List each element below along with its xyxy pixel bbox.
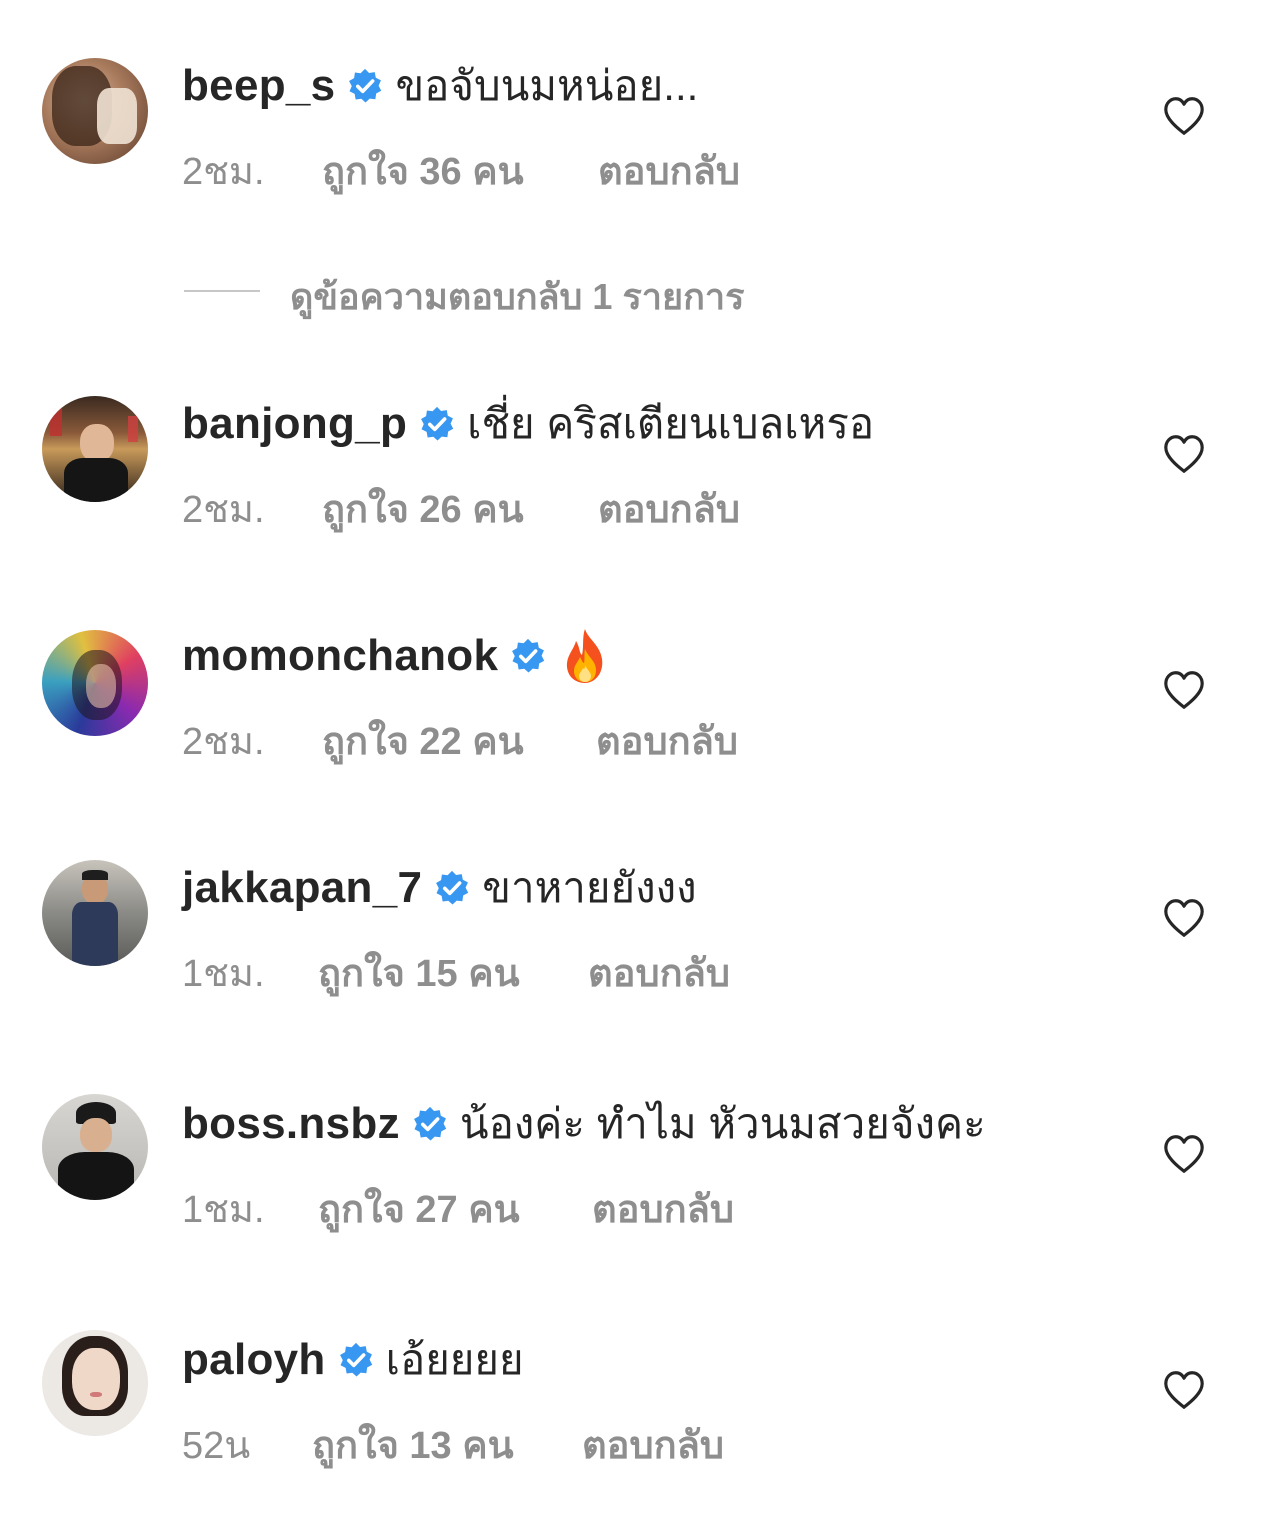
comment-item: boss.nsbz น้องค่ะ ทำไม หัวนมสวยจังคะ 1ชม… <box>0 1094 1280 1239</box>
comment-item: banjong_p เชี่ย คริสเตียนเบลเหรอ 2ชม. ถู… <box>0 396 1280 536</box>
comment-line: paloyh เอ้ยยยย <box>182 1332 524 1388</box>
timestamp: 2ชม. <box>182 151 265 193</box>
verified-badge-icon <box>413 1106 447 1141</box>
likes-count[interactable]: ถูกใจ 26 คน <box>322 478 524 539</box>
comment-item: momonchanok 2ชม. ถูกใจ 22 คน ตอบกลับ <box>0 628 1280 768</box>
heart-outline-icon[interactable] <box>1162 434 1206 474</box>
comment-line: beep_s ขอจับนมหน่อย... <box>182 58 698 114</box>
divider-line <box>184 290 260 292</box>
comment-text: น้องค่ะ ทำไม หัวนมสวยจังคะ <box>459 1100 986 1147</box>
heart-outline-icon[interactable] <box>1162 1370 1206 1410</box>
comment-line: boss.nsbz น้องค่ะ ทำไม หัวนมสวยจังคะ <box>182 1096 986 1152</box>
verified-badge-icon <box>436 870 469 905</box>
reply-button[interactable]: ตอบกลับ <box>596 710 738 771</box>
heart-outline-icon[interactable] <box>1162 1134 1206 1174</box>
timestamp: 2ชม. <box>182 489 265 531</box>
verified-badge-icon <box>339 1342 372 1377</box>
username[interactable]: boss.nsbz <box>182 1099 400 1149</box>
reply-button[interactable]: ตอบกลับ <box>582 1414 724 1475</box>
likes-count[interactable]: ถูกใจ 27 คน <box>318 1178 520 1239</box>
reply-button[interactable]: ตอบกลับ <box>598 478 740 539</box>
heart-outline-icon[interactable] <box>1162 670 1206 710</box>
verified-badge-icon <box>421 406 454 441</box>
comment-line: jakkapan_7 ขาหายยังงง <box>182 860 697 916</box>
reply-button[interactable]: ตอบกลับ <box>592 1178 734 1239</box>
username[interactable]: beep_s <box>182 61 335 111</box>
avatar[interactable] <box>42 1094 148 1200</box>
username[interactable]: jakkapan_7 <box>182 863 422 913</box>
reply-button[interactable]: ตอบกลับ <box>588 942 730 1003</box>
comment-item: jakkapan_7 ขาหายยังงง 1ชม. ถูกใจ 15 คน ต… <box>0 860 1280 1000</box>
avatar[interactable] <box>42 396 148 502</box>
avatar[interactable] <box>42 1330 148 1436</box>
timestamp: 1ชม. <box>182 1189 265 1231</box>
reply-button[interactable]: ตอบกลับ <box>598 140 740 201</box>
username[interactable]: paloyh <box>182 1335 326 1385</box>
comment-text: ขาหายยังงง <box>482 864 697 911</box>
heart-outline-icon[interactable] <box>1162 96 1206 136</box>
likes-count[interactable]: ถูกใจ 36 คน <box>322 140 524 201</box>
comment-text: เอ้ยยยย <box>385 1336 524 1383</box>
heart-outline-icon[interactable] <box>1162 898 1206 938</box>
fire-emoji-icon <box>567 629 603 683</box>
avatar[interactable] <box>42 860 148 966</box>
comment-text: ขอจับนมหน่อย... <box>395 62 699 109</box>
comment-line: banjong_p เชี่ย คริสเตียนเบลเหรอ <box>182 396 874 452</box>
likes-count[interactable]: ถูกใจ 15 คน <box>318 942 520 1003</box>
view-replies-button[interactable]: ดูข้อความตอบกลับ 1 รายการ <box>184 268 884 317</box>
timestamp: 1ชม. <box>182 953 265 995</box>
verified-badge-icon <box>349 68 382 103</box>
timestamp: 2ชม. <box>182 721 265 763</box>
comment-item: paloyh เอ้ยยยย 52น ถูกใจ 13 คน ตอบกลับ <box>0 1330 1280 1475</box>
timestamp: 52น <box>182 1425 251 1467</box>
likes-count[interactable]: ถูกใจ 22 คน <box>322 710 524 771</box>
comment-item: beep_s ขอจับนมหน่อย... 2ชม. ถูกใจ 36 คน … <box>0 58 1280 198</box>
view-replies-label[interactable]: ดูข้อความตอบกลับ 1 รายการ <box>290 268 744 325</box>
comment-text: เชี่ย คริสเตียนเบลเหรอ <box>467 400 875 447</box>
avatar[interactable] <box>42 58 148 164</box>
username[interactable]: momonchanok <box>182 631 498 681</box>
avatar[interactable] <box>42 630 148 736</box>
likes-count[interactable]: ถูกใจ 13 คน <box>312 1414 514 1475</box>
verified-badge-icon <box>512 638 545 673</box>
username[interactable]: banjong_p <box>182 399 407 449</box>
comment-line: momonchanok <box>182 628 610 684</box>
